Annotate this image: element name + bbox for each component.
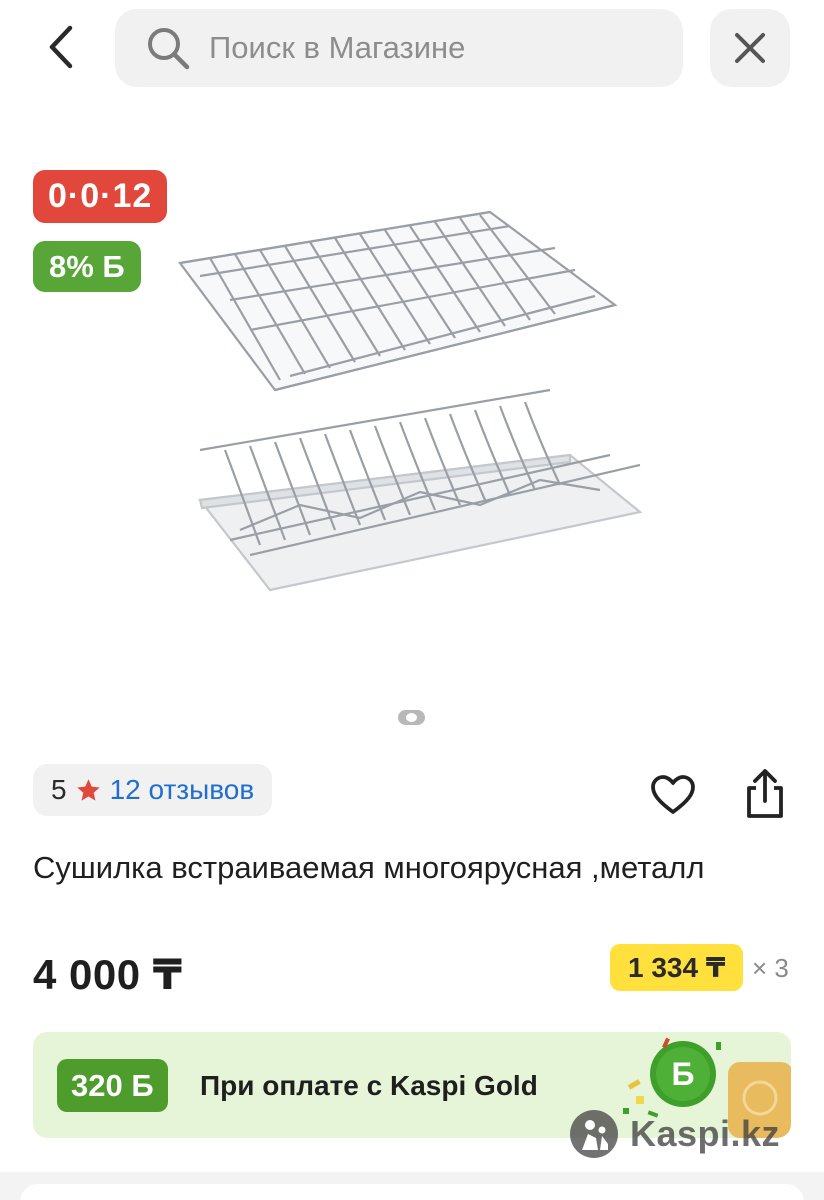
kaspi-logo-icon [570, 1110, 618, 1158]
kaspi-watermark: Kaspi.kz [568, 1108, 780, 1160]
close-button[interactable] [710, 9, 790, 87]
favorite-button[interactable] [646, 770, 700, 820]
monthly-multiplier: × 3 [752, 953, 789, 983]
bonus-banner-text: При оплате с Kaspi Gold [200, 1070, 538, 1101]
bonus-percent-badge: 8% Б [33, 241, 141, 292]
product-price: 4 000 ₸ [33, 951, 183, 998]
search-icon [148, 28, 190, 70]
close-icon [735, 33, 765, 63]
watermark-text: Kaspi.kz [630, 1113, 781, 1154]
star-icon [76, 778, 100, 801]
product-image[interactable] [170, 200, 660, 630]
top-bar [0, 0, 824, 100]
back-button[interactable] [36, 22, 86, 72]
monthly-payment-badge[interactable]: 1 334 ₸ [610, 944, 744, 991]
product-title: Сушилка встраиваемая многоярусная ,метал… [33, 850, 705, 885]
search-bar[interactable] [115, 9, 683, 87]
chevron-left-icon [49, 25, 73, 69]
rating-value: 5 [51, 774, 67, 805]
share-button[interactable] [738, 766, 792, 822]
bonus-amount-badge: 320 Б [57, 1059, 168, 1112]
rating-chip[interactable]: 5 12 отзывов [33, 764, 273, 816]
share-icon [747, 769, 783, 818]
heart-icon [651, 775, 695, 814]
search-input[interactable] [209, 30, 649, 66]
gallery-pager-dot[interactable] [398, 710, 425, 725]
coin-letter: Б [672, 1056, 695, 1092]
installment-badge: 0·0·12 [33, 170, 168, 223]
reviews-link[interactable]: 12 отзывов [110, 774, 255, 806]
next-section-card [20, 1184, 804, 1200]
